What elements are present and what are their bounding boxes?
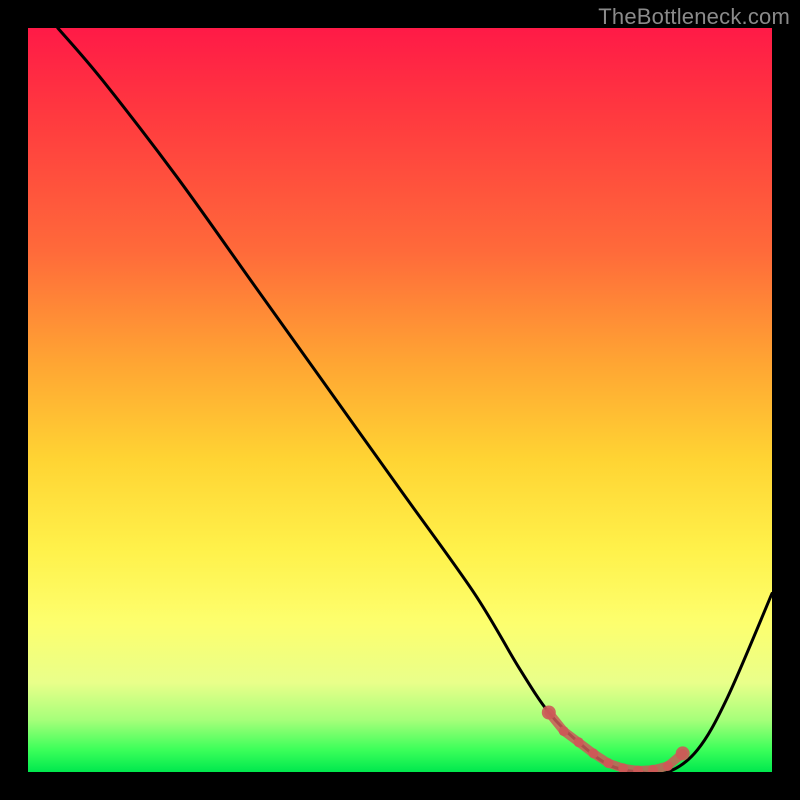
optimal-marker — [574, 737, 584, 747]
optimal-marker — [676, 746, 690, 760]
optimal-marker — [603, 758, 613, 768]
optimal-marker — [559, 726, 569, 736]
optimal-range-markers — [542, 706, 690, 773]
bottleneck-curve — [58, 28, 772, 772]
optimal-marker — [663, 761, 673, 771]
curve-layer — [28, 28, 772, 772]
optimal-marker — [588, 748, 598, 758]
optimal-marker — [542, 706, 556, 720]
plot-area — [28, 28, 772, 772]
watermark-text: TheBottleneck.com — [598, 4, 790, 30]
chart-frame: TheBottleneck.com — [0, 0, 800, 800]
